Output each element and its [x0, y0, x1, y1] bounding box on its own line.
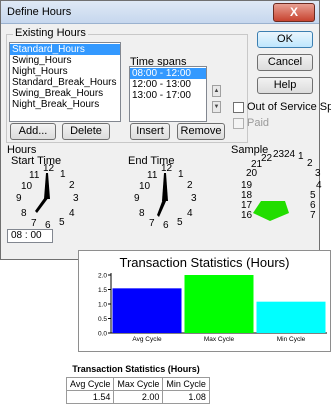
- dial-number: 20: [246, 168, 258, 179]
- dial-number: 2: [307, 158, 313, 169]
- table-row: 1.54 2.00 1.08: [65, 390, 210, 404]
- y-tick-label: 0.5: [98, 316, 107, 323]
- table-header-cell: Avg Cycle: [65, 377, 115, 391]
- chart-window: Transaction Statistics (Hours) 0.0 0.5 1.0…: [78, 250, 331, 352]
- cancel-button[interactable]: Cancel: [257, 54, 313, 71]
- start-time-field[interactable]: 08 : 00: [7, 229, 53, 243]
- dial-number: 24: [284, 149, 296, 160]
- dial-number: 4: [316, 180, 322, 191]
- paid-checkbox[interactable]: Paid: [233, 117, 269, 129]
- close-button[interactable]: X: [273, 3, 315, 22]
- paid-label: Paid: [247, 117, 270, 129]
- x-tick-label: Avg Cycle: [132, 336, 162, 343]
- out-of-service-label: Out of Service Span: [247, 101, 331, 113]
- x-tick-label: Min Cycle: [277, 336, 306, 343]
- define-hours-dialog: Define Hours X Existing Hours Standard_H…: [0, 0, 331, 260]
- start-clock-hands: [35, 173, 50, 213]
- stats-table: Avg Cycle Max Cycle Min Cycle 1.54 2.00 …: [65, 377, 210, 404]
- checkbox-box[interactable]: [233, 117, 244, 129]
- table-cell: 1.54: [65, 390, 115, 404]
- bar: [112, 288, 182, 333]
- bar: [256, 301, 326, 333]
- bar: [184, 275, 254, 333]
- dial-number: 1: [298, 151, 304, 162]
- y-tick-label: 2.0: [98, 273, 107, 280]
- dial-number: 7: [310, 210, 316, 221]
- move-down-button[interactable]: ▼: [212, 101, 221, 113]
- ok-button[interactable]: OK: [257, 31, 313, 48]
- table-cell: 1.08: [162, 390, 210, 404]
- table-header-cell: Max Cycle: [113, 377, 164, 391]
- table-title: Transaction Statistics (Hours): [72, 364, 200, 374]
- move-up-button[interactable]: ▲: [212, 85, 221, 97]
- table-header-cell: Min Cycle: [162, 377, 210, 391]
- out-of-service-checkbox[interactable]: Out of Service Span: [233, 101, 331, 113]
- y-tick-label: 0.0: [98, 331, 107, 338]
- dial-number: 23: [273, 149, 285, 160]
- table-cell: 2.00: [113, 390, 164, 404]
- y-tick-label: 1.0: [98, 302, 107, 309]
- dial-number: 3: [315, 168, 321, 179]
- checkbox-box[interactable]: [233, 101, 244, 113]
- bar-chart: 0.0 0.5 1.0 1.5 2.0 Avg Cycle Max Cycle Min Cyc…: [98, 273, 327, 343]
- x-tick-label: Max Cycle: [204, 336, 235, 343]
- dial-number: 22: [261, 153, 273, 164]
- table-header-row: Avg Cycle Max Cycle Min Cycle: [65, 377, 210, 391]
- end-clock-hands: [157, 173, 168, 217]
- help-button[interactable]: Help: [257, 77, 313, 94]
- y-tick-label: 1.5: [98, 287, 107, 294]
- sample-wedge: [253, 201, 289, 221]
